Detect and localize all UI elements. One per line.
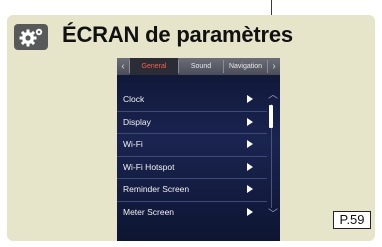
gear-icon	[14, 24, 48, 50]
menu-item-meter-screen[interactable]: Meter Screen	[117, 202, 267, 225]
menu-item-wifi-hotspot[interactable]: Wi-Fi Hotspot	[117, 157, 267, 179]
arrow-right-icon	[247, 117, 253, 126]
scroll-up-icon[interactable]: ︿	[268, 91, 278, 101]
menu-item-reminder-screen[interactable]: Reminder Screen	[117, 179, 267, 202]
scrollbar-thumb[interactable]	[269, 105, 273, 128]
connector-line	[271, 0, 272, 15]
menu-item-label: Display	[123, 116, 151, 127]
tab-sound[interactable]: Sound	[179, 58, 223, 75]
tab-scroll-right-icon[interactable]: ›	[268, 58, 280, 75]
menu-item-label: Wi-Fi	[123, 139, 143, 149]
page-title: ÉCRAN de paramètres	[62, 22, 293, 47]
menu-item-wifi[interactable]: Wi-Fi	[117, 134, 267, 157]
scroll-down-icon[interactable]: ﹀	[268, 210, 278, 220]
settings-screen: ‹ General Sound Navigation › Clock Displ…	[117, 58, 280, 241]
arrow-right-icon	[247, 162, 253, 171]
menu-item-label: Wi-Fi Hotspot	[123, 161, 175, 172]
menu-item-label: Clock	[123, 94, 145, 104]
arrow-right-icon	[247, 185, 253, 193]
menu-item-label: Meter Screen	[123, 206, 175, 217]
page-reference: P.59	[333, 211, 371, 229]
arrow-right-icon	[247, 95, 253, 103]
menu-item-label: Reminder Screen	[123, 184, 190, 194]
arrow-right-icon	[247, 140, 253, 148]
menu-item-display[interactable]: Display	[117, 112, 267, 134]
tab-bar: ‹ General Sound Navigation ›	[117, 58, 280, 75]
arrow-right-icon	[247, 207, 253, 216]
settings-menu-list: Clock Display Wi-Fi Wi-Fi Hotspot Remind…	[117, 89, 267, 224]
tab-scroll-left-icon[interactable]: ‹	[117, 58, 129, 75]
tab-general[interactable]: General	[130, 58, 178, 75]
tab-navigation[interactable]: Navigation	[224, 58, 267, 75]
menu-item-clock[interactable]: Clock	[117, 89, 267, 112]
